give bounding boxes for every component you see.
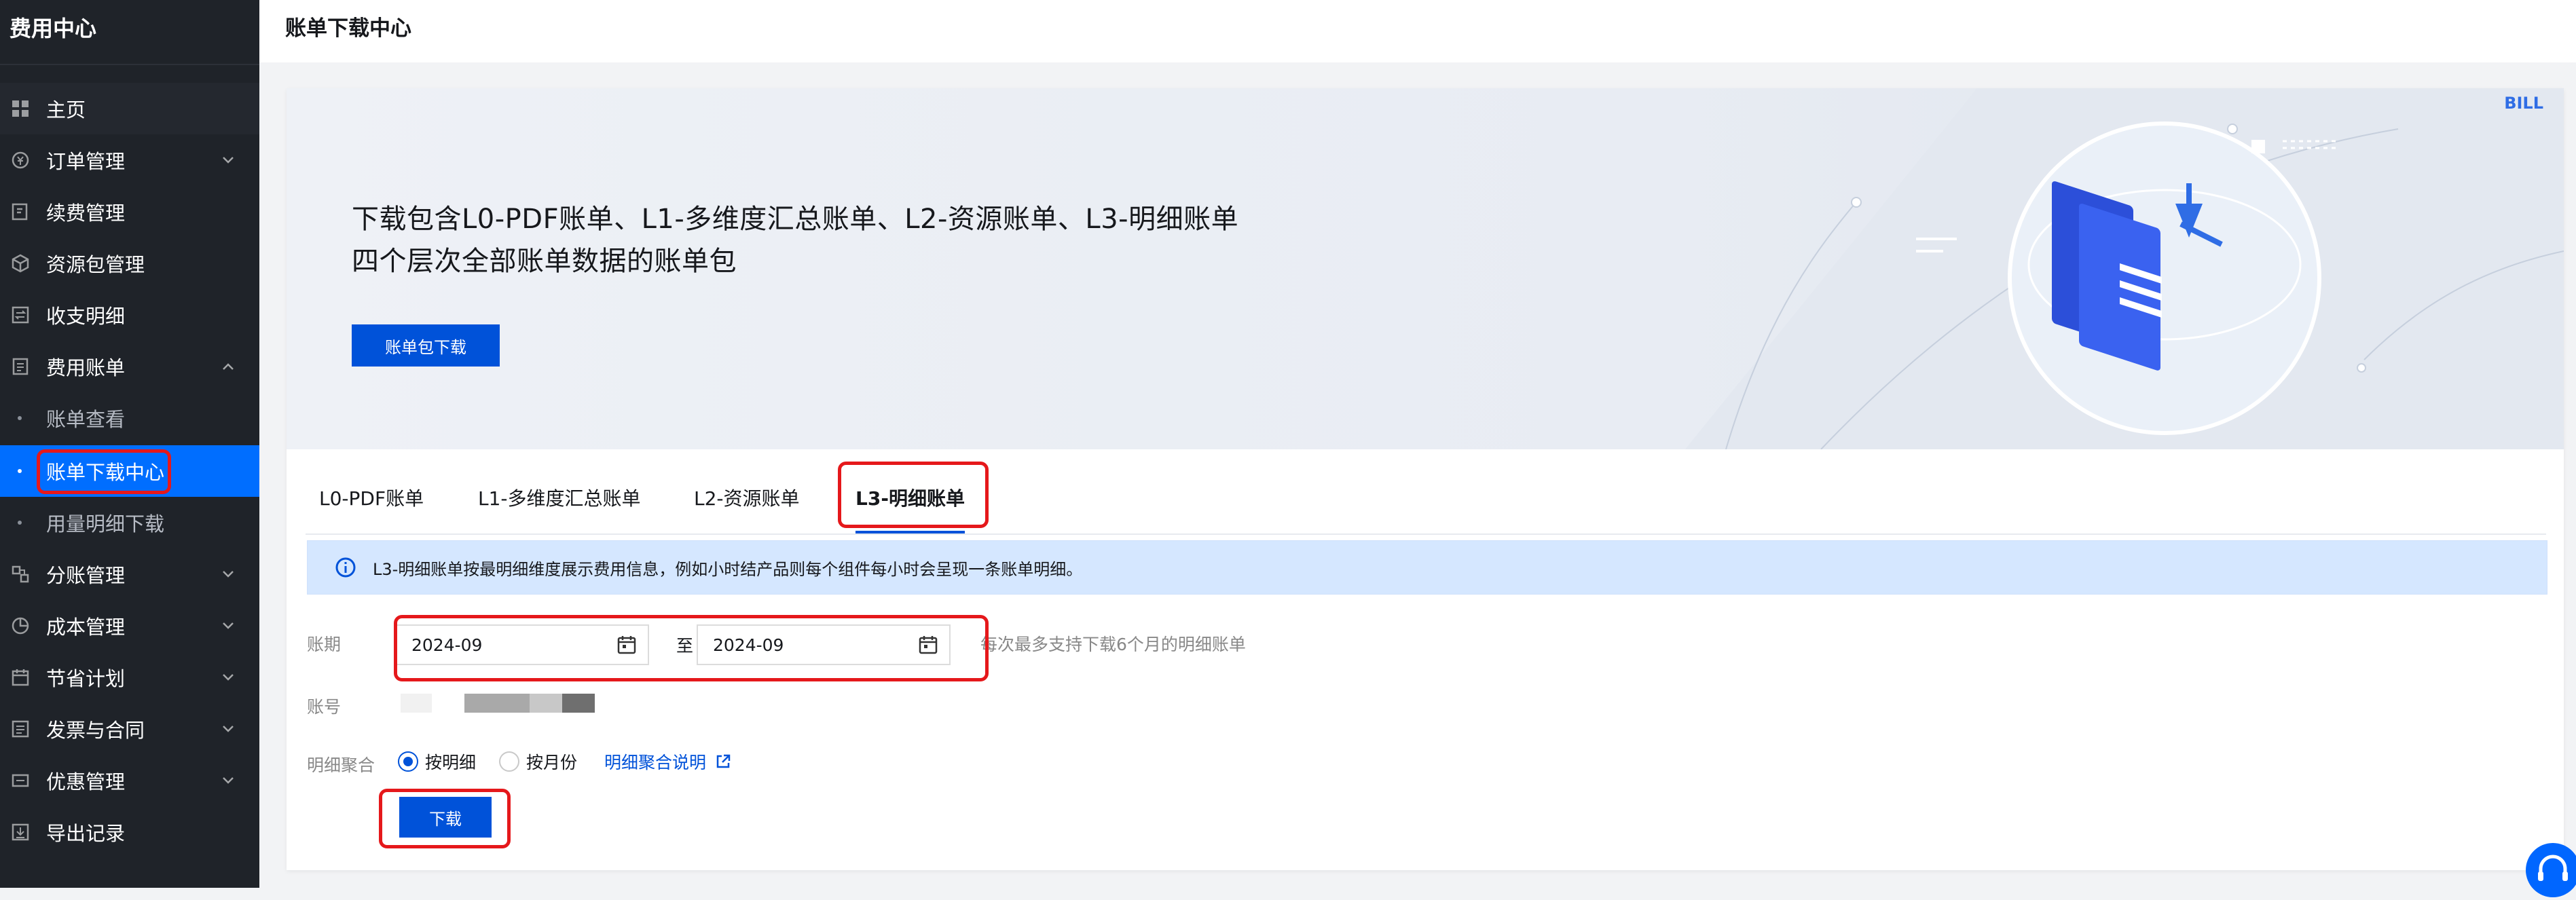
radio-by-month[interactable]: [499, 751, 520, 772]
sidebar-item-export-records[interactable]: 导出记录: [0, 806, 259, 858]
account-label: 账号: [307, 697, 342, 717]
invoice-icon: [10, 718, 31, 740]
page-title: 账单下载中心: [285, 16, 411, 41]
account-redacted: [464, 694, 532, 713]
sidebar-item-label: 分账管理: [46, 564, 126, 587]
coupon-icon: [10, 770, 31, 791]
sidebar-item-bills[interactable]: 费用账单: [0, 341, 259, 392]
bill-illustration: [1685, 88, 2564, 449]
bill-badge: BILL: [2504, 94, 2543, 113]
download-button[interactable]: 下载: [399, 797, 492, 838]
calendar-icon[interactable]: [617, 635, 637, 655]
sidebar-item-transactions[interactable]: 收支明细: [0, 289, 259, 341]
package-icon: [10, 252, 31, 274]
sidebar-item-cost[interactable]: 成本管理: [0, 600, 259, 652]
bullet-dot: [18, 521, 22, 525]
external-link-icon: [716, 754, 731, 768]
bullet-dot: [18, 416, 22, 420]
sidebar-item-split-billing[interactable]: 分账管理: [0, 548, 259, 600]
tab-l2-resource[interactable]: L2-资源账单: [694, 466, 800, 532]
sidebar-item-label: 导出记录: [46, 822, 126, 845]
start-month-value: 2024-09: [411, 635, 483, 655]
sidebar-item-label: 用量明细下载: [46, 512, 165, 536]
chevron-down-icon: [223, 777, 234, 784]
top-bar: 账单下载中心: [259, 0, 2576, 62]
start-month-picker[interactable]: 2024-09: [395, 624, 649, 665]
aggregation-help-label[interactable]: 明细聚合说明: [604, 749, 706, 774]
main-card: 下载包含L0-PDF账单、L1-多维度汇总账单、L2-资源账单、L3-明细账单 …: [287, 88, 2564, 870]
promo-banner: 下载包含L0-PDF账单、L1-多维度汇总账单、L2-资源账单、L3-明细账单 …: [287, 88, 2564, 449]
sidebar-item-home[interactable]: 主页: [0, 83, 259, 134]
radio-by-detail-label[interactable]: 按明细: [425, 749, 476, 774]
tab-l0-pdf[interactable]: L0-PDF账单: [319, 466, 424, 532]
sidebar-item-label: 续费管理: [46, 202, 126, 225]
sidebar-item-resource-packs[interactable]: 资源包管理: [0, 238, 259, 289]
info-alert: L3-明细账单按最明细维度展示费用信息，例如小时结产品则每个组件每小时会呈现一条…: [307, 540, 2547, 595]
renew-icon: [10, 201, 31, 223]
chevron-down-icon: [223, 157, 234, 164]
alert-text: L3-明细账单按最明细维度展示费用信息，例如小时结产品则每个组件每小时会呈现一条…: [373, 559, 1083, 579]
bullet-dot: [18, 469, 22, 473]
chevron-down-icon: [223, 571, 234, 578]
sidebar-divider: [0, 64, 259, 65]
sidebar-item-label: 节省计划: [46, 667, 126, 690]
export-icon: [10, 821, 31, 843]
sidebar-item-label: 发票与合同: [46, 719, 145, 742]
brand-title: 费用中心: [10, 16, 97, 41]
sidebar-item-label: 账单查看: [46, 408, 126, 431]
account-redacted: [562, 694, 595, 713]
banner-title-line2: 四个层次全部账单数据的账单包: [352, 246, 737, 277]
order-icon: [10, 149, 31, 171]
headset-icon: [2538, 855, 2568, 881]
sidebar: 费用中心 主页 订单管理 续费管理 资源包管理 收支明细 费用账单 账单查看 账…: [0, 0, 259, 888]
chevron-up-icon: [223, 363, 234, 370]
aggregation-options: 按明细 按月份 明细聚合说明: [398, 749, 732, 774]
account-redacted: [530, 694, 565, 713]
period-label: 账期: [307, 635, 342, 654]
chevron-down-icon: [223, 622, 234, 629]
sidebar-subitem-usage-download[interactable]: 用量明细下载: [0, 497, 259, 548]
radio-by-month-label[interactable]: 按月份: [526, 749, 577, 774]
aggregation-help-link[interactable]: 明细聚合说明: [604, 749, 732, 774]
aggregation-label: 明细聚合: [307, 755, 375, 775]
sidebar-item-label: 费用账单: [46, 356, 126, 379]
account-redacted: [401, 694, 432, 713]
customer-service-button[interactable]: [2526, 843, 2576, 897]
sidebar-item-label: 优惠管理: [46, 770, 126, 793]
tab-l3-detail[interactable]: L3-明细账单: [855, 466, 965, 533]
bill-tabs: L0-PDF账单 L1-多维度汇总账单 L2-资源账单 L3-明细账单: [306, 466, 2546, 535]
range-separator: 至: [676, 636, 694, 656]
sidebar-subitem-download-center[interactable]: 账单下载中心: [0, 445, 259, 497]
sidebar-item-label: 主页: [46, 98, 86, 121]
sidebar-subitem-view-bills[interactable]: 账单查看: [0, 392, 259, 444]
sidebar-item-renewal[interactable]: 续费管理: [0, 186, 259, 238]
sidebar-item-discounts[interactable]: 优惠管理: [0, 755, 259, 806]
sidebar-item-label: 收支明细: [46, 305, 126, 328]
sidebar-item-orders[interactable]: 订单管理: [0, 134, 259, 186]
sidebar-item-label: 资源包管理: [46, 253, 145, 276]
sidebar-item-label: 订单管理: [46, 150, 126, 173]
end-month-value: 2024-09: [713, 635, 784, 655]
tab-l1-summary[interactable]: L1-多维度汇总账单: [478, 466, 641, 532]
transfer-icon: [10, 304, 31, 326]
bill-icon: [10, 356, 31, 377]
sidebar-item-label: 成本管理: [46, 616, 126, 639]
sidebar-item-savings-plan[interactable]: 节省计划: [0, 652, 259, 703]
split-icon: [10, 563, 31, 585]
pie-icon: [10, 615, 31, 637]
info-icon: [335, 557, 356, 578]
grid-icon: [10, 98, 31, 119]
end-month-picker[interactable]: 2024-09: [697, 624, 951, 665]
bill-package-download-button[interactable]: 账单包下载: [352, 324, 500, 367]
chevron-down-icon: [223, 726, 234, 732]
calendar-icon[interactable]: [918, 635, 938, 655]
banner-title-line1: 下载包含L0-PDF账单、L1-多维度汇总账单、L2-资源账单、L3-明细账单: [352, 204, 1239, 235]
chevron-down-icon: [223, 674, 234, 681]
range-hint: 每次最多支持下载6个月的明细账单: [980, 635, 1246, 654]
radio-by-detail[interactable]: [398, 751, 418, 772]
sidebar-item-label: 账单下载中心: [46, 461, 165, 484]
calendar-icon: [10, 667, 31, 688]
sidebar-item-invoices[interactable]: 发票与合同: [0, 703, 259, 755]
